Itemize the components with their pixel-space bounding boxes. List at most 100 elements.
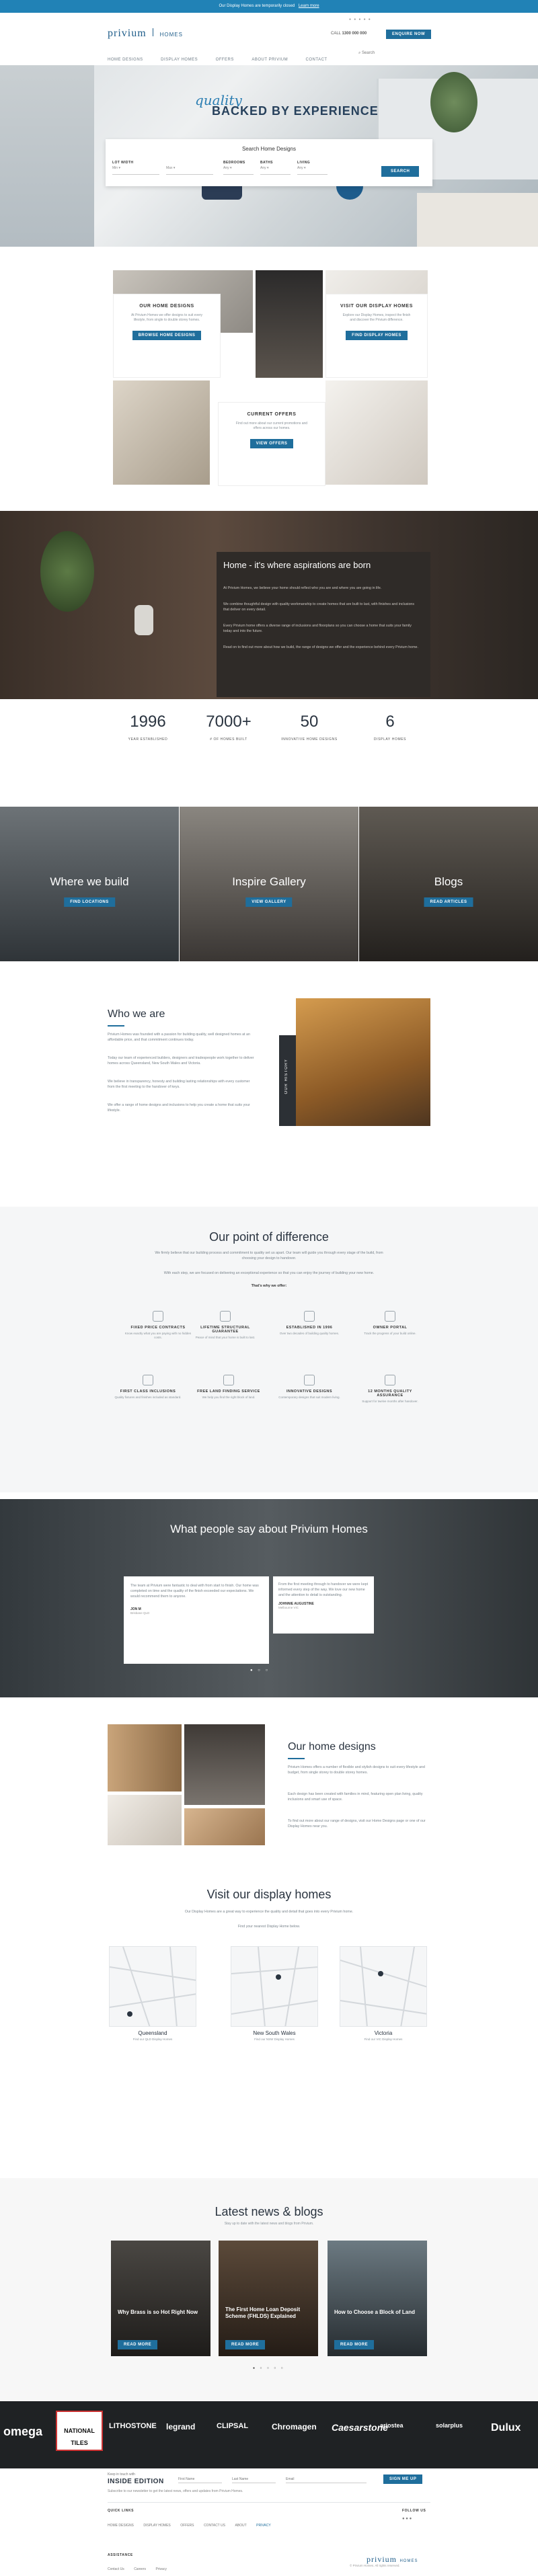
lot-max-select[interactable]: Max ▾ — [166, 166, 213, 175]
label-baths: BATHS — [260, 161, 273, 165]
enquire-button[interactable]: ENQUIRE NOW — [386, 30, 432, 39]
designs-divider — [288, 1758, 305, 1759]
footer-links: HOME DESIGNS DISPLAY HOMES OFFERS CONTAC… — [108, 2524, 271, 2528]
tile-current-offers: CURRENT OFFERS Find out more about our c… — [218, 402, 325, 486]
map-label-qld[interactable]: Queensland Find our QLD Display Homes — [102, 2030, 203, 2041]
brand-legrand: legrand — [166, 2422, 196, 2431]
brand-omega: omega — [3, 2425, 43, 2438]
brand-dulux: Dulux — [491, 2422, 521, 2433]
utility-links: ● ● ● ● ● — [349, 17, 371, 22]
benefit-inclusions: FIRST CLASS INCLUSIONS Quality fixtures a… — [114, 1375, 182, 1400]
announcement-bar: Our Display Homes are temporarily closed… — [0, 0, 538, 13]
contract-icon — [153, 1311, 163, 1322]
hero-bench — [417, 193, 538, 247]
news-title-1: Why Brass is so Hot Right Now — [118, 2309, 198, 2315]
map-roads — [231, 1947, 317, 2026]
newsletter-title: INSIDE EDITION — [108, 2478, 164, 2485]
read-articles-button[interactable]: READ ARTICLES — [424, 897, 473, 907]
announcement-text: Our Display Homes are temporarily closed — [219, 4, 295, 8]
living-select[interactable]: Any ▾ — [297, 166, 328, 175]
benefit-owner-portal: OWNER PORTAL Track the progress of your b… — [356, 1311, 424, 1336]
hero-wall — [0, 65, 94, 247]
label-lot-width: LOT WIDTH — [112, 161, 134, 165]
announcement-link[interactable]: Learn more — [299, 4, 319, 8]
assistance-links: Contact Us Careers Privacy — [108, 2567, 167, 2571]
stat-established: 1996 YEAR ESTABLISHED — [128, 713, 168, 741]
footer-divider — [108, 2502, 430, 2503]
where-we-build-panel[interactable]: Where we build FIND LOCATIONS — [0, 807, 179, 961]
news-card[interactable]: Why Brass is so Hot Right Now READ MORE — [111, 2241, 210, 2356]
sign-up-button[interactable]: SIGN ME UP — [383, 2474, 423, 2484]
nav-display-homes[interactable]: DISPLAY HOMES — [161, 58, 198, 62]
brand-ariostea: ariostea — [380, 2422, 404, 2429]
site-logo[interactable]: privium HOMES — [108, 28, 183, 40]
design-photo-kitchen — [108, 1795, 182, 1845]
map-label-nsw[interactable]: New South Wales Find our NSW Display Home… — [224, 2030, 325, 2041]
copyright: © Privium Homes. All rights reserved. — [350, 2564, 400, 2567]
design-photo-facade — [184, 1724, 265, 1805]
bedrooms-select[interactable]: Any ▾ — [223, 166, 254, 175]
lightbulb-icon — [304, 1375, 315, 1385]
browse-home-designs-button[interactable]: BROWSE HOME DESIGNS — [132, 331, 202, 340]
follow-us: FOLLOW US — [402, 2509, 426, 2513]
blogs-panel[interactable]: Blogs READ ARTICLES — [359, 807, 538, 961]
news-card[interactable]: How to Choose a Block of Land READ MORE — [328, 2241, 427, 2356]
carousel-dots[interactable]: ● ○ ○ — [250, 1668, 270, 1673]
inspire-gallery-panel[interactable]: Inspire Gallery VIEW GALLERY — [180, 807, 358, 961]
pod-title: Our point of difference — [209, 1230, 329, 1244]
lot-min-select[interactable]: Min ▾ — [112, 166, 159, 175]
email-field[interactable] — [286, 2475, 367, 2483]
plant-image — [40, 531, 94, 612]
baths-select[interactable]: Any ▾ — [260, 166, 291, 175]
search-link[interactable]: ⌕ Search — [358, 51, 375, 56]
news-title-3: How to Choose a Block of Land — [334, 2309, 416, 2315]
search-button[interactable]: SEARCH — [381, 166, 420, 177]
check-icon — [385, 1375, 395, 1385]
star-icon — [143, 1375, 153, 1385]
read-more-button[interactable]: READ MORE — [225, 2340, 266, 2349]
nav-home-designs[interactable]: HOME DESIGNS — [108, 58, 143, 62]
benefit-quality-assurance: 12 MONTHS QUALITY ASSURANCE Support for t… — [356, 1375, 424, 1404]
map-nsw[interactable] — [231, 1946, 318, 2027]
news-carousel-dots[interactable]: ● ○ ○ ○ ○ — [253, 2366, 285, 2370]
search-icon: ⌕ — [358, 51, 361, 55]
map-pin-icon — [223, 1375, 234, 1385]
benefit-fixed-price: FIXED PRICE CONTRACTS Know exactly what y… — [124, 1311, 192, 1340]
brand-lithostone: LITHOSTONE — [109, 2422, 157, 2430]
tile-home-designs-title: OUR HOME DESIGNS — [139, 304, 194, 309]
stat-homes-built: 7000+ # OF HOMES BUILT — [206, 713, 252, 741]
designs-title: Our home designs — [288, 1741, 376, 1753]
find-display-homes-button[interactable]: FIND DISPLAY HOMES — [346, 331, 408, 340]
tile-photo-tap — [325, 380, 428, 485]
read-more-button[interactable]: READ MORE — [334, 2340, 375, 2349]
social-icons[interactable]: ● ● ● — [402, 2517, 412, 2521]
nav-offers[interactable]: OFFERS — [216, 58, 234, 62]
shield-icon — [220, 1311, 231, 1322]
view-gallery-button[interactable]: VIEW GALLERY — [245, 897, 293, 907]
who-divider — [108, 1025, 124, 1027]
design-photo-stairs — [108, 1724, 182, 1792]
aspirations-title: Home - it's where aspirations are born — [223, 560, 371, 570]
benefit-innovative: INNOVATIVE DESIGNS Contemporary designs t… — [276, 1375, 343, 1400]
stat-display-homes: 6 DISPLAY HOMES — [373, 713, 407, 741]
benefit-land-finding: FREE LAND FINDING SERVICE We help you fin… — [195, 1375, 262, 1400]
brand-national-tiles: NATIONAL TILES — [56, 2411, 103, 2451]
map-queensland[interactable] — [109, 1946, 196, 2027]
find-locations-button[interactable]: FIND LOCATIONS — [64, 897, 115, 907]
label-bedrooms: BEDROOMS — [223, 161, 245, 165]
view-offers-button[interactable]: VIEW OFFERS — [249, 439, 294, 448]
nav-contact[interactable]: CONTACT — [306, 58, 328, 62]
phone[interactable]: CALL 1300 000 000 — [331, 32, 367, 36]
map-label-vic[interactable]: Victoria Find our VIC Display Homes — [333, 2030, 434, 2041]
site-header: privium HOMES CALL 1300 000 000 ENQUIRE … — [0, 13, 538, 65]
who-title: Who we are — [108, 1008, 165, 1020]
read-more-button[interactable]: READ MORE — [118, 2340, 158, 2349]
last-name-field[interactable] — [232, 2475, 276, 2483]
map-victoria[interactable] — [340, 1946, 427, 2027]
stat-designs: 50 INNOVATIVE HOME DESIGNS — [281, 713, 338, 741]
news-card[interactable]: The First Home Loan Deposit Scheme (FHLD… — [219, 2241, 318, 2356]
first-name-field[interactable] — [178, 2475, 222, 2483]
map-roads — [110, 1947, 196, 2026]
hero-plant — [430, 72, 477, 132]
nav-about[interactable]: ABOUT PRIVIUM — [252, 58, 288, 62]
